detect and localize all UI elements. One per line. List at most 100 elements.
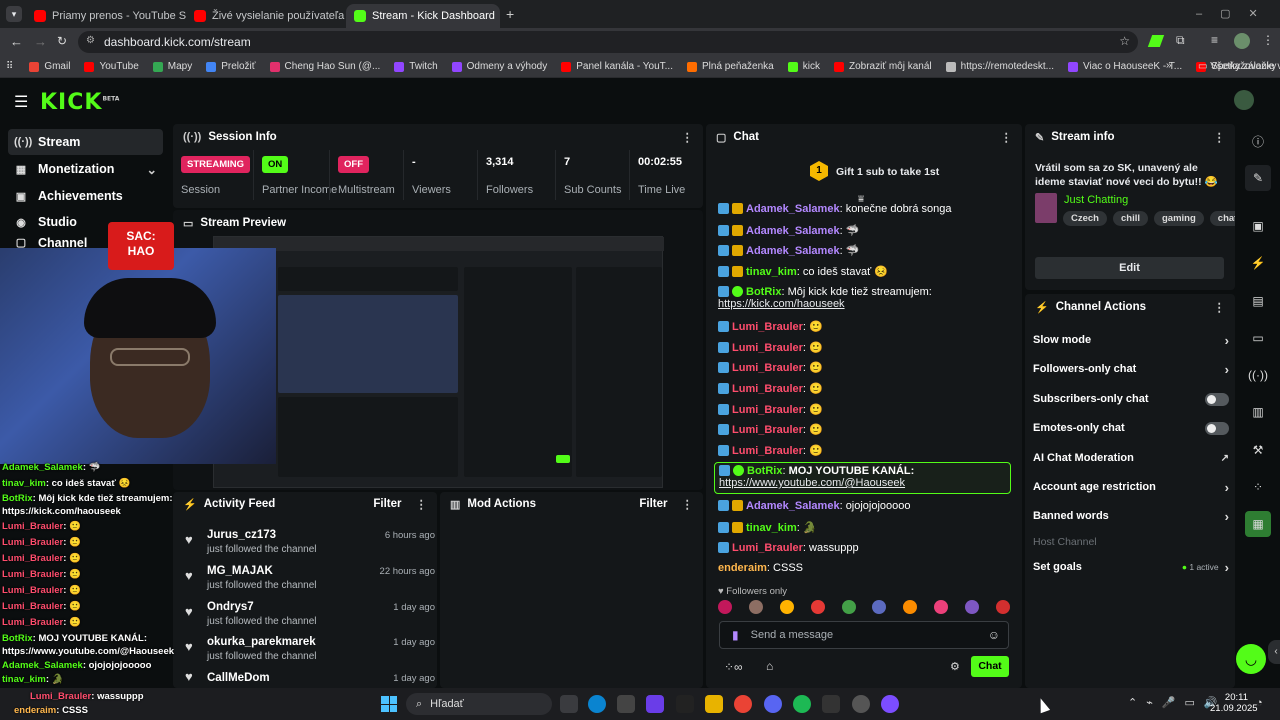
close-icon[interactable]: ✕ <box>495 9 500 23</box>
tab-search-icon[interactable]: ▾ <box>6 6 22 22</box>
emote-icon[interactable] <box>718 600 732 614</box>
app-icon[interactable] <box>881 695 899 713</box>
chat-username[interactable]: Lumi_Brauler <box>732 383 803 395</box>
bookmark-item[interactable]: https://remotedeskt... <box>945 61 1054 72</box>
emote-icon[interactable] <box>810 600 825 614</box>
spotify-icon[interactable] <box>793 695 811 713</box>
chat-username[interactable]: BotRix <box>747 465 782 477</box>
chat-username[interactable]: Lumi_Brauler <box>732 424 803 436</box>
chat-username[interactable]: Adamek_Salamek <box>746 225 840 237</box>
window-controls[interactable]: –▢✕ <box>1196 7 1276 20</box>
action-followers-only[interactable]: Followers-only chat › <box>1033 359 1229 379</box>
more-options-icon[interactable]: ⋮ <box>1214 300 1226 314</box>
more-options-icon[interactable]: ⋮ <box>416 497 428 511</box>
chat-username[interactable]: Adamek_Salamek <box>746 203 840 215</box>
site-info-icon[interactable]: ⚙ <box>86 35 95 46</box>
emotes-only-toggle[interactable] <box>1205 421 1229 435</box>
tab-kick-dashboard[interactable]: Stream - Kick Dashboard✕ <box>346 4 500 28</box>
emote-icon[interactable] <box>779 600 794 614</box>
follower-name[interactable]: MG_MAJAK <box>207 565 273 577</box>
emote-icon[interactable] <box>872 600 887 614</box>
more-options-icon[interactable]: ⋮ <box>1001 130 1013 144</box>
support-chat-icon[interactable]: ◡ <box>1236 644 1266 674</box>
emote-icon[interactable] <box>841 600 856 614</box>
collapse-icon[interactable]: ‹ <box>1268 640 1280 664</box>
obs-icon[interactable] <box>852 695 870 713</box>
follower-name[interactable]: Ondrys7 <box>207 601 254 613</box>
kick-logo[interactable]: KICKBETA <box>40 90 119 115</box>
chat-username[interactable]: Lumi_Brauler <box>732 321 803 333</box>
apps-icon[interactable]: ⠿ <box>6 61 13 72</box>
bookmark-item[interactable]: Preložiť <box>206 61 256 72</box>
menu-icon[interactable]: ⋮ <box>1262 33 1274 47</box>
bookmark-item[interactable]: Panel kanála - YouT... <box>561 61 673 72</box>
wrench-icon[interactable]: ⚒ <box>1245 437 1271 463</box>
tab-youtube-live[interactable]: Živé vysielanie používateľa Hao✕ <box>186 4 346 28</box>
task-view-icon[interactable] <box>560 695 578 713</box>
category-link[interactable]: Just Chatting <box>1064 194 1128 206</box>
bookmark-item[interactable]: kick <box>787 61 820 72</box>
app-icon[interactable] <box>646 695 664 713</box>
bookmark-star-icon[interactable]: ☆ <box>1119 34 1130 48</box>
hamburger-menu-icon[interactable]: ☰ <box>14 92 28 112</box>
bookmark-item[interactable]: Gmail <box>29 61 70 72</box>
store-icon[interactable]: ⌂ <box>766 659 773 673</box>
store-icon[interactable] <box>617 695 635 713</box>
new-tab-icon[interactable]: + <box>506 6 514 22</box>
reload-icon[interactable]: ↻ <box>57 34 67 48</box>
action-slow-mode[interactable]: Slow mode › <box>1033 330 1229 350</box>
points-icon[interactable]: ⁘∞ <box>724 660 743 674</box>
filter-button[interactable]: Filter <box>639 498 667 510</box>
broadcast-icon[interactable]: ((·)) <box>1245 362 1271 388</box>
profile-avatar[interactable] <box>1234 33 1250 49</box>
taskbar-search[interactable]: ⌕ Hľadať <box>406 693 552 715</box>
preview-video[interactable] <box>213 236 664 488</box>
bookmark-item[interactable]: Cheng Hao Sun (@... <box>269 61 380 72</box>
chat-send-button[interactable]: Chat <box>971 656 1009 677</box>
bookmark-item[interactable]: Twitch <box>394 61 438 72</box>
url-field[interactable]: ⚙ dashboard.kick.com/stream ☆ <box>78 31 1138 53</box>
focus-icon[interactable]: ▣ <box>1245 213 1271 239</box>
more-bookmarks-icon[interactable]: » <box>1166 60 1172 71</box>
tab-youtube-studio[interactable]: Priamy prenos - YouTube Studio✕ <box>26 4 186 28</box>
info-icon[interactable]: ⓘ <box>1245 128 1271 154</box>
discord-icon[interactable] <box>764 695 782 713</box>
bolt-icon[interactable]: ⚡ <box>1245 250 1271 276</box>
windows-start-icon[interactable] <box>381 696 397 712</box>
layers-icon[interactable]: ▥ <box>1245 399 1271 425</box>
document-icon[interactable]: ▤ <box>1245 288 1271 314</box>
action-account-age[interactable]: Account age restriction › <box>1033 477 1229 497</box>
chat-username[interactable]: Lumi_Brauler <box>732 342 803 354</box>
follower-name[interactable]: CallMeDom <box>207 672 270 684</box>
app-icon[interactable] <box>822 695 840 713</box>
notification-icon[interactable]: ◔ <box>1256 697 1263 709</box>
tag-chip[interactable]: gaming <box>1154 211 1204 226</box>
emote-icon[interactable] <box>934 600 949 614</box>
chrome-icon[interactable] <box>734 695 752 713</box>
bookmark-item[interactable]: Zobraziť môj kanál <box>833 61 932 72</box>
chat-username[interactable]: Adamek_Salamek <box>746 245 840 257</box>
extension-icon[interactable] <box>1147 35 1165 47</box>
tag-chip[interactable]: Czech <box>1063 211 1107 226</box>
user-avatar[interactable] <box>1234 90 1254 110</box>
forward-icon[interactable]: → <box>34 34 47 49</box>
sidebar-item-stream[interactable]: ((·)) Stream <box>8 129 163 155</box>
action-ai-moderation[interactable]: AI Chat Moderation ↗ <box>1033 448 1229 468</box>
emoji-icon[interactable]: ☺ <box>988 628 1000 642</box>
chat-username[interactable]: enderaim <box>718 562 767 574</box>
bookmark-item[interactable]: Plná peňaženka <box>687 61 774 72</box>
chat-username[interactable]: Lumi_Brauler <box>732 445 803 457</box>
bookmark-item[interactable]: YouTube <box>84 61 139 72</box>
chat-username[interactable]: Lumi_Brauler <box>732 404 803 416</box>
sidebar-item-monetization[interactable]: ▦ Monetization ⌄ <box>8 156 163 182</box>
emote-icon[interactable] <box>965 600 979 614</box>
dots-cluster-icon[interactable]: ⁘ <box>1245 474 1271 500</box>
app-icon[interactable]: ▦ <box>1245 511 1271 537</box>
sidebar-item-achievements[interactable]: ▣ Achievements <box>8 183 163 209</box>
action-set-goals[interactable]: Set goals ● 1 active › <box>1033 557 1229 577</box>
chat-username[interactable]: Adamek_Salamek <box>746 500 840 512</box>
chat-username[interactable]: Lumi_Brauler <box>732 542 803 554</box>
more-options-icon[interactable]: ⋮ <box>1214 130 1226 144</box>
chat-username[interactable]: Lumi_Brauler <box>732 362 803 374</box>
mic-icon[interactable]: ▮ <box>732 628 739 642</box>
